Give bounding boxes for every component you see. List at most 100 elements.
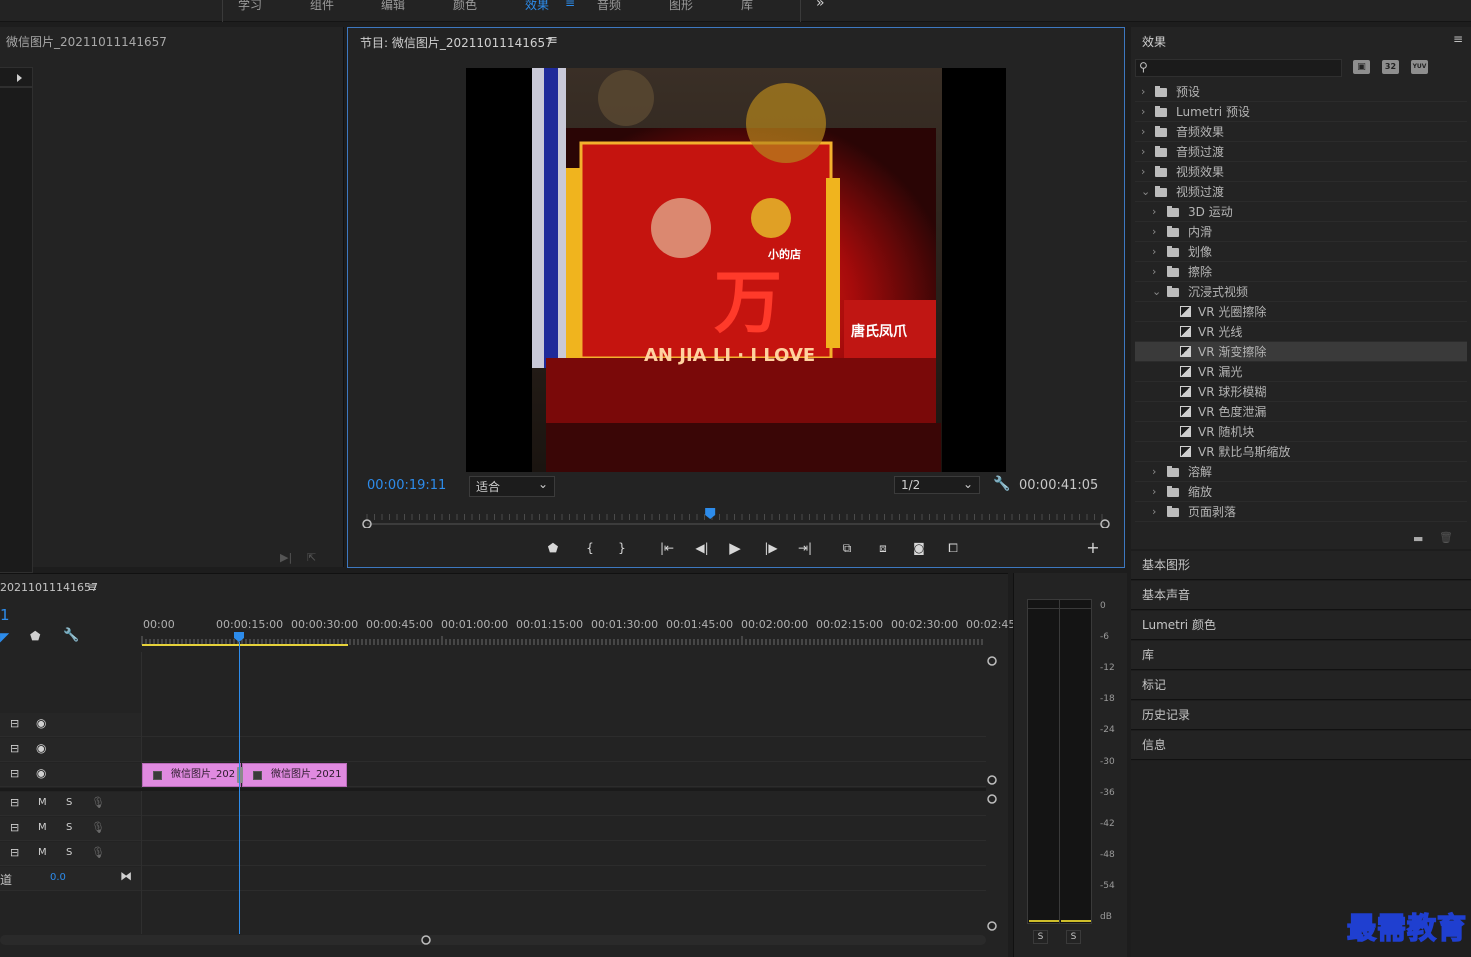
timeline-settings-wrench-icon[interactable]: 🔧 xyxy=(63,628,79,643)
microphone-icon[interactable]: 🎙 xyxy=(91,821,105,834)
add-marker-icon[interactable]: ⬟ xyxy=(30,629,40,643)
chevron-down-icon[interactable]: ⌄ xyxy=(1152,282,1162,302)
effects-tree-item[interactable]: VR 漏光 xyxy=(1135,362,1467,382)
effects-tree-item[interactable]: VR 随机块 xyxy=(1135,422,1467,442)
effects-tree-item[interactable]: › 音频效果 xyxy=(1135,122,1467,142)
workspace-tab-audio[interactable]: 音频 xyxy=(597,0,621,13)
solo-button[interactable]: S xyxy=(66,822,72,833)
comparison-view-icon[interactable]: ⧠ xyxy=(944,539,962,557)
effects-tree-item[interactable]: VR 色度泄漏 xyxy=(1135,402,1467,422)
panel-libraries[interactable]: 库 xyxy=(1131,641,1471,670)
chevron-right-icon[interactable]: › xyxy=(1141,122,1151,142)
32bit-effects-icon[interactable]: 32 xyxy=(1382,60,1399,74)
workspace-tab-effects[interactable]: 效果 xyxy=(525,0,549,13)
video-clip-1[interactable]: 微信图片_202 xyxy=(142,763,241,787)
toggle-sync-lock-icon[interactable]: ⊟ xyxy=(10,846,19,859)
effects-tree-item[interactable]: VR 渐变擦除 xyxy=(1135,342,1467,362)
panel-info[interactable]: 信息 xyxy=(1131,731,1471,760)
effects-tree-item[interactable]: › 音频过渡 xyxy=(1135,142,1467,162)
go-to-in-icon[interactable]: |⇤ xyxy=(658,539,676,557)
extract-icon[interactable]: ⧈ xyxy=(874,539,892,557)
microphone-icon[interactable]: 🎙 xyxy=(91,796,105,809)
horizontal-scrollbar[interactable] xyxy=(0,935,986,945)
mute-button[interactable]: M xyxy=(38,822,47,833)
solo-right-button[interactable]: S xyxy=(1066,930,1081,944)
effects-tree-item[interactable]: VR 球形模糊 xyxy=(1135,382,1467,402)
effects-tree-item[interactable]: › Lumetri 预设 xyxy=(1135,102,1467,122)
step-forward-icon[interactable]: |▶ xyxy=(762,539,780,557)
program-playhead[interactable] xyxy=(705,508,716,519)
new-bin-folder-icon[interactable]: ▬ xyxy=(1413,532,1423,545)
effects-tree-item[interactable]: › 擦除 xyxy=(1135,262,1467,282)
accelerated-effects-icon[interactable]: ▣ xyxy=(1353,60,1370,74)
eye-icon[interactable]: ◉ xyxy=(36,716,46,730)
effects-tree-item[interactable]: › 3D 运动 xyxy=(1135,202,1467,222)
panel-lumetri-color[interactable]: Lumetri 颜色 xyxy=(1131,611,1471,640)
wrench-icon[interactable]: 🔧 xyxy=(993,476,1010,492)
video-track-v2[interactable] xyxy=(142,738,986,762)
mute-button[interactable]: M xyxy=(38,797,47,808)
transition-handle[interactable] xyxy=(237,767,243,783)
go-to-end-icon[interactable]: ⧓ xyxy=(120,869,132,883)
workspace-menu-icon[interactable]: ≡ xyxy=(565,0,575,10)
video-vertical-scrollbar[interactable] xyxy=(987,656,997,786)
toggle-sync-lock-icon[interactable]: ⊟ xyxy=(10,821,19,834)
toggle-sync-lock-icon[interactable]: ⊟ xyxy=(10,717,19,730)
program-menu-icon[interactable]: ≡ xyxy=(547,33,558,48)
workspace-tab-assembly[interactable]: 组件 xyxy=(310,0,334,13)
effects-tree-item[interactable]: ⌄ 沉浸式视频 xyxy=(1135,282,1467,302)
mute-button[interactable]: M xyxy=(38,847,47,858)
chevron-right-icon[interactable]: › xyxy=(1141,162,1151,182)
solo-button[interactable]: S xyxy=(66,847,72,858)
toggle-sync-lock-icon[interactable]: ⊟ xyxy=(10,796,19,809)
toggle-sync-lock-icon[interactable]: ⊟ xyxy=(10,767,19,780)
panel-markers[interactable]: 标记 xyxy=(1131,671,1471,700)
toggle-sync-lock-icon[interactable]: ⊟ xyxy=(10,742,19,755)
chevron-right-icon[interactable]: › xyxy=(1152,242,1162,262)
solo-button[interactable]: S xyxy=(66,797,72,808)
trash-icon[interactable]: 🗑 xyxy=(1439,531,1453,544)
video-clip-2[interactable]: 微信图片_2021 xyxy=(242,763,347,787)
panel-essential-sound[interactable]: 基本声音 xyxy=(1131,581,1471,610)
workspace-tab-graphics[interactable]: 图形 xyxy=(669,0,693,13)
effects-tree-item[interactable]: › 页面剥落 xyxy=(1135,502,1467,522)
workspace-tab-editing[interactable]: 编辑 xyxy=(381,0,405,13)
step-back-icon[interactable]: ◀| xyxy=(693,539,711,557)
eye-icon[interactable]: ◉ xyxy=(36,741,46,755)
program-scrubber[interactable] xyxy=(360,506,1112,528)
workspace-tab-libraries[interactable]: 库 xyxy=(741,0,753,13)
chevron-right-icon[interactable]: › xyxy=(1152,262,1162,282)
effects-tree-item[interactable]: › 溶解 xyxy=(1135,462,1467,482)
chevron-right-icon[interactable]: › xyxy=(1152,202,1162,222)
time-ruler[interactable]: 00:00 00:00:15:00 00:00:30:00 00:00:45:00 00… xyxy=(141,614,1019,648)
effects-tree-item[interactable]: › 预设 xyxy=(1135,82,1467,102)
fit-dropdown[interactable]: 适合 ⌄ xyxy=(469,476,555,497)
work-area-bar[interactable] xyxy=(142,644,348,646)
effects-menu-icon[interactable]: ≡ xyxy=(1453,32,1463,46)
workspace-tab-color[interactable]: 颜色 xyxy=(453,0,477,13)
audio-track-a1[interactable] xyxy=(142,792,986,816)
mark-in-icon[interactable]: { xyxy=(581,539,599,557)
effects-tree-item[interactable]: › 划像 xyxy=(1135,242,1467,262)
timeline-menu-icon[interactable]: ≡ xyxy=(87,580,97,594)
chevron-right-icon[interactable]: › xyxy=(1152,482,1162,502)
double-chevron-right-icon[interactable]: » xyxy=(816,0,825,11)
effects-tree-item[interactable]: › 缩放 xyxy=(1135,482,1467,502)
effects-tree-item[interactable]: ⌄ 视频过渡 xyxy=(1135,182,1467,202)
workspace-tab-learn[interactable]: 学习 xyxy=(238,0,262,13)
master-track[interactable] xyxy=(142,867,986,891)
play-icon[interactable]: ▶ xyxy=(726,539,744,557)
eye-icon[interactable]: ◉ xyxy=(36,766,46,780)
chevron-right-icon[interactable]: › xyxy=(1141,102,1151,122)
resolution-dropdown[interactable]: 1/2 ⌄ xyxy=(894,476,980,494)
chevron-right-icon[interactable]: › xyxy=(1141,82,1151,102)
microphone-icon[interactable]: 🎙 xyxy=(91,846,105,859)
chevron-right-icon[interactable]: › xyxy=(1152,502,1162,522)
master-volume-value[interactable]: 0.0 xyxy=(50,872,66,883)
yuv-effects-icon[interactable]: YUV xyxy=(1411,60,1428,74)
go-to-out-icon[interactable]: ⇥| xyxy=(796,539,814,557)
chevron-right-icon[interactable]: › xyxy=(1152,222,1162,242)
chevron-right-icon[interactable]: › xyxy=(1141,142,1151,162)
button-editor-plus-icon[interactable]: + xyxy=(1084,539,1102,557)
video-track-v3[interactable] xyxy=(142,713,986,737)
